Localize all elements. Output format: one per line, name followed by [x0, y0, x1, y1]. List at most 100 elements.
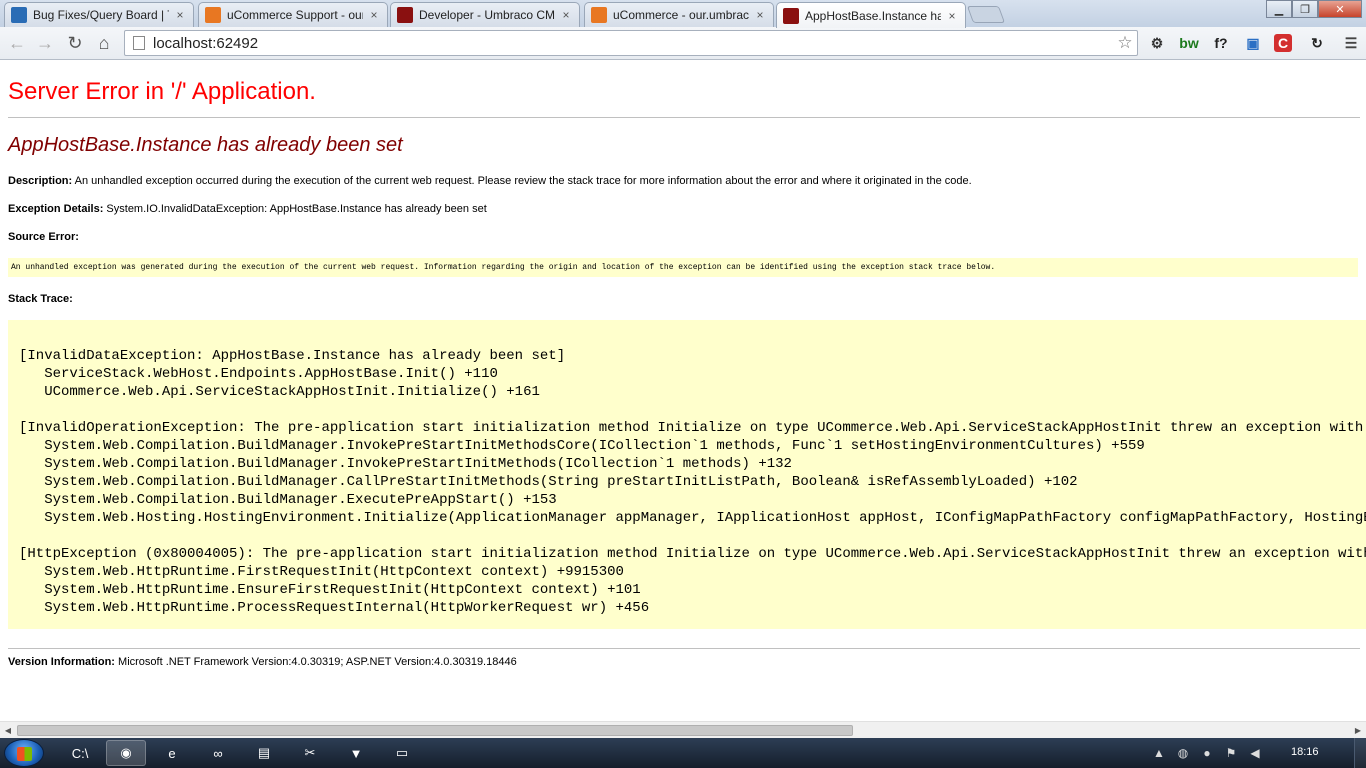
taskbar-tools-app[interactable]: ✂ — [290, 740, 330, 766]
tab-close-icon[interactable]: × — [753, 8, 767, 22]
arrow-left-icon: ← — [8, 32, 26, 53]
server-error-heading: Server Error in '/' Application. — [8, 78, 316, 105]
error-title: AppHostBase.Instance has already been se… — [8, 134, 403, 156]
description-text: An unhandled exception occurred during t… — [74, 175, 972, 187]
show-desktop-button[interactable] — [1354, 738, 1366, 768]
clock[interactable]: 18:16 — [1291, 746, 1319, 758]
browser-tab[interactable]: Developer - Umbraco CM × — [390, 2, 580, 27]
horizontal-scrollbar[interactable]: ◀ ▶ — [0, 721, 1366, 738]
tray-globe-icon[interactable]: ● — [1198, 744, 1216, 762]
umbraco-icon — [591, 7, 607, 23]
tray-flag-icon[interactable]: ⚑ — [1222, 744, 1240, 762]
stack-trace-label: Stack Trace: — [8, 293, 73, 305]
stack-trace-line: System.Web.Compilation.BuildManager.Call… — [19, 474, 1078, 490]
source-error-label: Source Error: — [8, 231, 79, 243]
start-button[interactable] — [4, 739, 44, 767]
stack-trace-line: System.Web.Compilation.BuildManager.Exec… — [19, 492, 557, 508]
stack-trace-line: [HttpException (0x80004005): The pre-app… — [19, 546, 1366, 562]
browser-tab[interactable]: Bug Fixes/Query Board | T × — [4, 2, 194, 27]
c-red-icon[interactable]: C — [1274, 34, 1292, 52]
stack-trace-box: [InvalidDataException: AppHostBase.Insta… — [8, 320, 1366, 629]
description-row: Description: An unhandled exception occu… — [8, 175, 972, 187]
scroll-right-icon[interactable]: ▶ — [1350, 723, 1366, 738]
tab-title: Bug Fixes/Query Board | T — [33, 8, 169, 22]
taskbar-explorer-app[interactable]: ▭ — [382, 740, 422, 766]
taskbar-tools-app-icon: ✂ — [304, 745, 316, 760]
gear-icon[interactable]: ⚙ — [1146, 32, 1168, 54]
maximize-button[interactable]: ❐ — [1292, 0, 1318, 18]
umbraco-cms-icon — [783, 7, 799, 24]
taskbar-chrome-app[interactable]: ◉ — [106, 740, 146, 766]
taskbar-console-app-icon: C:\ — [71, 745, 89, 761]
divider — [8, 648, 1360, 649]
minimize-button[interactable]: ▁ — [1266, 0, 1292, 18]
tray-volume-icon[interactable]: ◀ — [1246, 744, 1264, 762]
url-input[interactable] — [153, 34, 1113, 52]
taskbar-chrome-app-icon: ◉ — [120, 745, 132, 760]
source-error-row: Source Error: — [8, 231, 79, 243]
taskbar-disk-app-icon: ▤ — [257, 745, 271, 760]
arrow-right-icon: → — [36, 32, 54, 53]
stack-trace-line: System.Web.Compilation.BuildManager.Invo… — [19, 438, 1145, 454]
browser-toolbar: ← → ↻ ⌂ ☆ ⚙ bw f? ▣ C ↻ ☰ — [0, 27, 1366, 60]
address-bar[interactable]: ☆ — [124, 30, 1138, 56]
sync-icon[interactable]: ↻ — [1306, 32, 1328, 54]
stack-trace-line: [InvalidOperationException: The pre-appl… — [19, 420, 1366, 436]
screen-icon[interactable]: ▣ — [1242, 32, 1264, 54]
tray-network-icon[interactable]: ◍ — [1174, 744, 1192, 762]
browser-tab[interactable]: uCommerce - our.umbrac × — [584, 2, 774, 27]
taskbar-ie-app[interactable]: e — [152, 740, 192, 766]
tab-close-icon[interactable]: × — [945, 9, 959, 23]
tab-title: uCommerce Support - our. — [227, 8, 363, 22]
taskbar-console-app[interactable]: C:\ — [60, 740, 100, 766]
browser-tab[interactable]: uCommerce Support - our. × — [198, 2, 388, 27]
exception-row: Exception Details: System.IO.InvalidData… — [8, 203, 487, 215]
source-error-box: An unhandled exception was generated dur… — [8, 258, 1358, 277]
stack-trace-line: System.Web.Compilation.BuildManager.Invo… — [19, 456, 792, 472]
bookmark-star-icon[interactable]: ☆ — [1113, 33, 1137, 53]
wrench-menu-icon[interactable]: ☰ — [1340, 32, 1362, 54]
stack-trace-line: [InvalidDataException: AppHostBase.Insta… — [19, 348, 566, 364]
f-question-icon[interactable]: f? — [1210, 32, 1232, 54]
description-label: Description: — [8, 175, 73, 187]
umbraco-cms-icon — [397, 7, 413, 23]
reload-icon: ↻ — [67, 32, 83, 53]
screen: Bug Fixes/Query Board | T × uCommerce Supp… — [0, 0, 1366, 768]
taskbar: C:\ ◉ e ∞ ▤ ✂ ▼ ▭ ▲ ◍ ● ⚑ ◀ 18:16 — [0, 738, 1366, 768]
home-icon: ⌂ — [98, 32, 110, 53]
page-icon — [133, 36, 145, 50]
scrollbar-thumb[interactable] — [17, 725, 853, 736]
tab-title: uCommerce - our.umbrac — [613, 8, 749, 22]
page-content: Server Error in '/' Application. AppHost… — [0, 61, 1366, 721]
tab-strip: Bug Fixes/Query Board | T × uCommerce Supp… — [0, 0, 1366, 28]
taskbar-explorer-app-icon: ▭ — [395, 745, 409, 760]
exception-label: Exception Details: — [8, 203, 104, 215]
tray-overflow-icon[interactable]: ▲ — [1150, 744, 1168, 762]
tab-close-icon[interactable]: × — [559, 8, 573, 22]
taskbar-visual-studio-app-icon: ∞ — [213, 745, 223, 761]
taskbar-visual-studio-app[interactable]: ∞ — [198, 740, 238, 766]
stack-trace-line: UCommerce.Web.Api.ServiceStackAppHostIni… — [19, 384, 540, 400]
windows-logo-icon — [17, 747, 32, 761]
forward-button[interactable]: → — [32, 31, 58, 55]
trello-icon — [11, 7, 27, 23]
version-text: Microsoft .NET Framework Version:4.0.303… — [118, 656, 517, 668]
bw-icon[interactable]: bw — [1178, 32, 1200, 54]
taskbar-fox-app[interactable]: ▼ — [336, 740, 376, 766]
tab-close-icon[interactable]: × — [367, 8, 381, 22]
new-tab-button[interactable] — [966, 6, 1006, 23]
version-row: Version Information: Microsoft .NET Fram… — [8, 656, 517, 668]
version-label: Version Information: — [8, 656, 115, 668]
close-window-button[interactable]: ✕ — [1318, 0, 1362, 18]
browser-tab[interactable]: AppHostBase.Instance has × — [776, 2, 966, 28]
scroll-left-icon[interactable]: ◀ — [0, 723, 16, 738]
tab-title: Developer - Umbraco CM — [419, 8, 555, 22]
taskbar-disk-app[interactable]: ▤ — [244, 740, 284, 766]
stack-trace-line: System.Web.HttpRuntime.ProcessRequestInt… — [19, 600, 650, 616]
home-button[interactable]: ⌂ — [91, 31, 117, 55]
reload-button[interactable]: ↻ — [62, 31, 88, 55]
back-button[interactable]: ← — [4, 31, 30, 55]
source-error-text: An unhandled exception was generated dur… — [11, 263, 996, 272]
tab-close-icon[interactable]: × — [173, 8, 187, 22]
stack-trace-line: ServiceStack.WebHost.Endpoints.AppHostBa… — [19, 366, 498, 382]
